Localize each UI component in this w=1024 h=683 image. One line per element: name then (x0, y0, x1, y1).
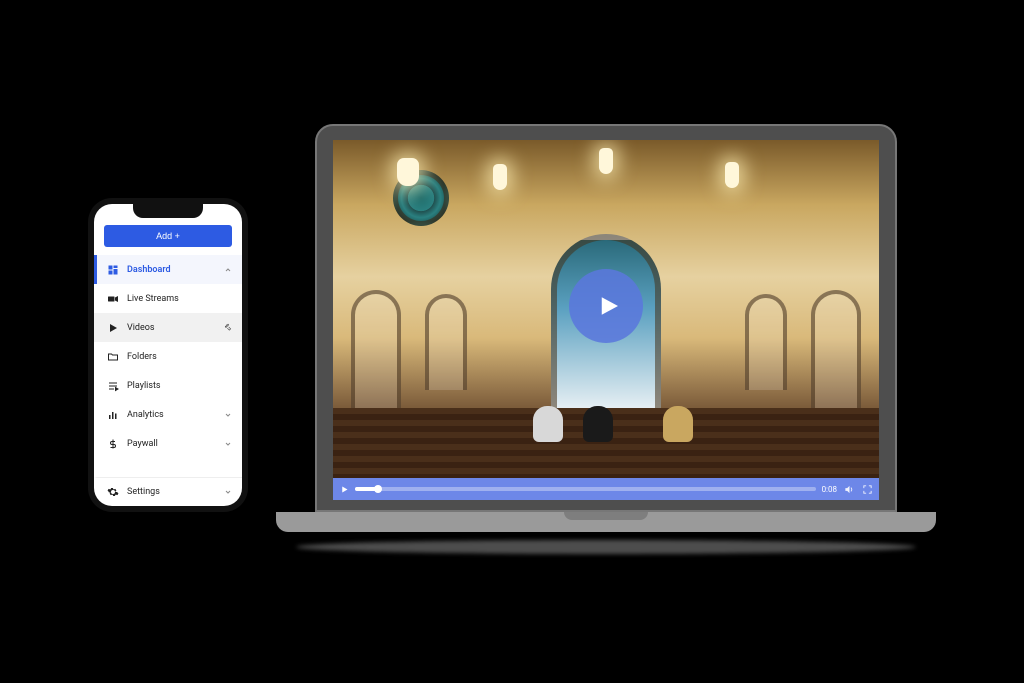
congregation-person (663, 406, 693, 442)
chevron-down-icon (224, 411, 232, 419)
sidebar-item-playlists[interactable]: Playlists (94, 371, 242, 400)
sidebar-item-label: Analytics (127, 410, 216, 420)
sidebar-item-label: Playlists (127, 381, 232, 391)
chandelier-light (397, 158, 419, 186)
video-player[interactable]: 0:08 (333, 140, 879, 500)
sidebar-item-label: Dashboard (127, 265, 216, 275)
sidebar-item-live-streams[interactable]: Live Streams (94, 284, 242, 313)
sidebar-item-analytics[interactable]: Analytics (94, 400, 242, 429)
gear-icon (107, 486, 119, 498)
sidebar-item-label: Folders (127, 352, 232, 362)
chevron-down-icon (224, 488, 232, 496)
video-controls-bar: 0:08 (333, 478, 879, 500)
sidebar-nav: Dashboard Live Streams Videos (94, 255, 242, 477)
chandelier-light (599, 148, 613, 174)
progress-thumb[interactable] (374, 485, 382, 493)
laptop-device-frame: 0:08 (276, 124, 936, 554)
sidebar-item-label: Videos (127, 323, 216, 333)
add-button-container: Add + (94, 224, 242, 255)
chandelier-light (725, 162, 739, 188)
analytics-icon (107, 409, 119, 421)
dashboard-icon (107, 264, 119, 276)
progress-track[interactable] (355, 487, 816, 491)
cursor-icon (224, 324, 232, 332)
time-label: 0:08 (822, 485, 837, 494)
church-window-arch (425, 294, 467, 390)
congregation-person (583, 406, 613, 442)
congregation-person (533, 406, 563, 442)
church-window-arch (811, 290, 861, 410)
dollar-icon (107, 438, 119, 450)
folder-icon (107, 351, 119, 363)
church-window-arch (351, 290, 401, 410)
sidebar-item-label: Paywall (127, 439, 216, 449)
sidebar-item-paywall[interactable]: Paywall (94, 429, 242, 458)
camera-icon (107, 293, 119, 305)
chevron-up-icon (224, 266, 232, 274)
sidebar-item-settings[interactable]: Settings (94, 477, 242, 506)
sidebar-item-videos[interactable]: Videos (94, 313, 242, 342)
church-window-arch (745, 294, 787, 390)
phone-notch (133, 204, 203, 218)
sidebar-item-dashboard[interactable]: Dashboard (94, 255, 242, 284)
chevron-down-icon (224, 440, 232, 448)
phone-device-frame: Add + Dashboard Live Streams (88, 198, 248, 512)
phone-screen: Add + Dashboard Live Streams (94, 204, 242, 506)
laptop-shadow (296, 540, 916, 554)
volume-icon[interactable] (843, 483, 855, 495)
sidebar-item-label: Settings (127, 487, 216, 497)
laptop-base (276, 512, 936, 532)
play-icon (107, 322, 119, 334)
sidebar-item-label: Live Streams (127, 294, 232, 304)
sidebar-item-folders[interactable]: Folders (94, 342, 242, 371)
play-overlay-button[interactable] (569, 269, 643, 343)
playlist-icon (107, 380, 119, 392)
play-pause-button[interactable] (339, 484, 349, 494)
chandelier-light (493, 164, 507, 190)
add-button[interactable]: Add + (104, 225, 232, 247)
fullscreen-icon[interactable] (861, 483, 873, 495)
laptop-screen-bezel: 0:08 (315, 124, 897, 512)
